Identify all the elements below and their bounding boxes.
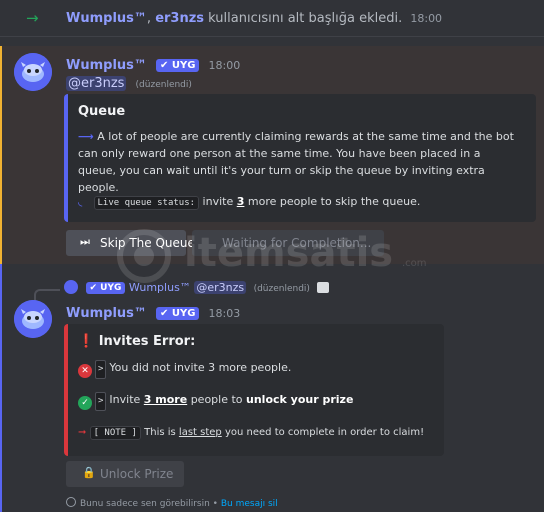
ephemeral-bar: [0, 264, 2, 512]
fast-forward-icon: ⏭: [80, 235, 90, 248]
author-name[interactable]: Wumplus™: [66, 306, 147, 321]
wumpus-avatar-icon: [14, 300, 52, 338]
watermark-suffix: .com: [402, 258, 427, 269]
message-content: @er3nzs (düzenlendi): [66, 72, 192, 91]
note-pre: This is: [144, 427, 176, 438]
system-message: → Wumplus™, er3nzs kullanıcısını alt baş…: [0, 0, 544, 38]
queue-description: A lot of people are currently claiming r…: [78, 130, 514, 194]
edited-label: (düzenlendi): [135, 80, 192, 90]
watermark-brand: itemsatis: [184, 230, 394, 276]
invite-line-mid: people to: [190, 393, 243, 406]
error-line: ✕ > You did not invite 3 more people.: [78, 359, 291, 379]
ephemeral-footer: Bunu sadece sen görebilirsin • Bu mesajı…: [66, 497, 278, 509]
reply-mention: @er3nzs: [194, 281, 247, 294]
chevron-right-icon: >: [95, 360, 107, 379]
embed-title: Invites Error:: [98, 334, 196, 349]
note-post: you need to complete in order to claim!: [224, 427, 425, 438]
app-badge: ✔ UYG: [156, 307, 200, 320]
invite-count: 3 more: [143, 393, 188, 406]
error-line-text: You did not invite 3 more people.: [109, 361, 292, 374]
reply-preview[interactable]: ✔ UYG Wumplus™ @er3nzs (düzenlendi): [64, 280, 330, 294]
invites-error-embed: ❗ Invites Error: ✕ > You did not invite 3 …: [64, 324, 444, 456]
join-arrow-icon: →: [26, 9, 39, 27]
arrow-right-icon: ⟶: [78, 130, 94, 143]
status-count: 3: [236, 195, 245, 208]
system-action-text: kullanıcısını alt başlığa ekledi.: [208, 11, 403, 26]
reply-author: Wumplus™: [128, 281, 191, 294]
exclamation-icon: ❗: [78, 334, 95, 349]
status-pre: invite: [202, 195, 234, 208]
app-badge: ✔ UYG: [156, 59, 200, 72]
status-post: more people to skip the queue.: [247, 195, 421, 208]
avatar[interactable]: [14, 300, 52, 338]
loading-spinner-icon: ◟: [78, 195, 83, 208]
mention-highlight-bar: [0, 46, 2, 264]
avatar[interactable]: [14, 53, 52, 91]
footer-text: Bunu sadece sen görebilirsin •: [80, 499, 218, 509]
user-mention[interactable]: @er3nzs: [66, 76, 127, 91]
watermark-logo: itemsatis .com: [114, 226, 430, 286]
lock-icon: 🔒: [82, 466, 96, 479]
unlock-prize-button[interactable]: 🔒 Unlock Prize: [66, 461, 184, 487]
system-text: Wumplus™, er3nzs kullanıcısını alt başlı…: [66, 11, 442, 26]
embed-description: ⟶ A lot of people are currently claiming…: [78, 128, 516, 196]
message-header: Wumplus™ ✔ UYG 18:00: [66, 54, 240, 73]
author-name[interactable]: Wumplus™: [66, 58, 147, 73]
red-arrow-icon: ➞: [78, 427, 87, 438]
x-circle-icon: ✕: [78, 364, 92, 378]
system-target-user[interactable]: er3nzs: [155, 11, 204, 26]
system-timestamp: 18:00: [410, 12, 443, 25]
system-user[interactable]: Wumplus™: [66, 11, 147, 26]
invite-line: ✓ > Invite 3 more people to unlock your pr…: [78, 391, 353, 411]
invite-prize: unlock your prize: [246, 393, 354, 406]
image-icon: [317, 282, 330, 293]
status-label: Live queue status:: [93, 196, 200, 210]
note-label: [ NOTE ]: [89, 426, 141, 440]
reply-avatar: [64, 280, 78, 294]
wumpus-avatar-icon: [14, 53, 52, 91]
check-circle-icon: ✓: [78, 396, 92, 410]
unlock-prize-label: Unlock Prize: [100, 467, 174, 481]
system-separator: ,: [146, 11, 152, 26]
chevron-right-icon: >: [95, 392, 107, 411]
message-timestamp: 18:03: [208, 307, 241, 320]
note-line: ➞ [ NOTE ] This is last step you need to…: [78, 424, 424, 442]
embed-title: Queue: [78, 104, 126, 119]
message-header: Wumplus™ ✔ UYG 18:03: [66, 302, 240, 321]
divider: [0, 36, 544, 37]
eye-icon: [66, 497, 76, 507]
invite-line-pre: Invite: [109, 393, 141, 406]
reply-edited: (düzenlendi): [253, 284, 310, 294]
dismiss-message-link[interactable]: Bu mesajı sil: [221, 499, 278, 509]
reply-badge: ✔ UYG: [85, 282, 126, 294]
queue-status: ◟ Live queue status: invite 3 more peopl…: [78, 193, 516, 212]
note-link: last step: [178, 427, 222, 438]
embed-title-row: ❗ Invites Error:: [78, 334, 195, 349]
message-timestamp: 18:00: [208, 59, 241, 72]
queue-embed: Queue ⟶ A lot of people are currently cl…: [64, 94, 536, 222]
